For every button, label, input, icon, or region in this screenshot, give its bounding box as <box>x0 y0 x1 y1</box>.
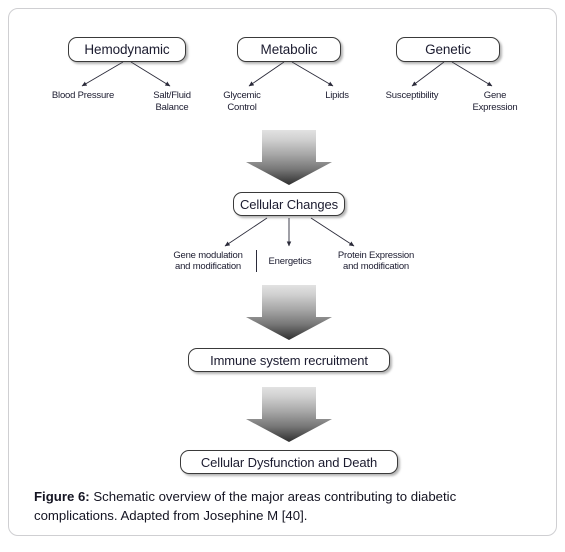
arrow-to-cellular-dysfunction <box>246 387 332 442</box>
node-hemodynamic-label: Hemodynamic <box>84 42 170 57</box>
text-cursor-artifact <box>256 250 257 272</box>
leaf-lipids: Lipids <box>311 90 363 102</box>
leaf-protein-expression-line2: and modification <box>343 261 409 272</box>
leaf-salt-fluid-balance: Salt/Fluid Balance <box>138 90 206 113</box>
leaf-glycemic-control: Glycemic Control <box>208 90 276 113</box>
node-metabolic[interactable]: Metabolic <box>237 37 341 62</box>
node-cellular-dysfunction-label: Cellular Dysfunction and Death <box>200 454 378 470</box>
arrow-to-immune-system <box>246 285 332 340</box>
leaf-blood-pressure-line1: Blood Pressure <box>51 90 115 101</box>
figure-caption-label: Figure 6: <box>34 489 90 504</box>
connector-genetic-gene-expression <box>451 61 493 87</box>
connector-cellular-gene-modulation <box>224 217 268 247</box>
leaf-gene-expression-line1: Gene <box>483 90 507 101</box>
figure-caption: Figure 6: Schematic overview of the majo… <box>34 487 536 525</box>
figure-caption-text: Schematic overview of the major areas co… <box>34 489 457 523</box>
connector-hemodynamic-blood-pressure <box>81 61 124 87</box>
leaf-salt-fluid-line1: Salt/Fluid <box>153 90 191 101</box>
leaf-blood-pressure: Blood Pressure <box>33 90 133 102</box>
connector-lines-layer <box>81 61 493 442</box>
leaf-protein-expression-line1: Protein Expression <box>337 250 415 261</box>
figure-container: Hemodynamic Metabolic Genetic Blood Pres… <box>0 0 565 552</box>
node-immune-system-recruitment[interactable]: Immune system recruitment <box>188 348 390 372</box>
leaf-gene-modulation-line2: and modification <box>175 261 241 272</box>
leaf-energetics: Energetics <box>261 256 319 267</box>
leaf-susceptibility: Susceptibility <box>368 90 456 102</box>
leaf-gene-expression: Gene Expression <box>459 90 531 113</box>
node-cellular-changes[interactable]: Cellular Changes <box>233 192 345 216</box>
leaf-protein-expression: Protein Expression and modification <box>324 250 428 272</box>
node-cellular-changes-label: Cellular Changes <box>239 196 339 212</box>
leaf-gene-modulation: Gene modulation and modification <box>162 250 254 272</box>
leaf-gene-modulation-line1: Gene modulation <box>173 250 243 261</box>
connector-metabolic-glycemic <box>248 61 285 87</box>
node-immune-system-label: Immune system recruitment <box>210 352 368 368</box>
connector-hemodynamic-salt-fluid <box>130 61 171 87</box>
arrow-to-cellular-changes <box>246 130 332 185</box>
leaf-lipids-line1: Lipids <box>325 90 349 101</box>
connector-genetic-susceptibility <box>411 61 445 87</box>
leaf-gene-expression-line2: Expression <box>472 101 518 113</box>
connector-metabolic-lipids <box>291 61 334 87</box>
node-hemodynamic[interactable]: Hemodynamic <box>68 37 186 62</box>
leaf-glycemic-line2: Control <box>227 101 257 113</box>
leaf-glycemic-line1: Glycemic <box>223 90 261 101</box>
leaf-energetics-line1: Energetics <box>268 256 312 267</box>
leaf-susceptibility-line1: Susceptibility <box>385 90 439 101</box>
node-genetic-label: Genetic <box>425 42 471 57</box>
connector-cellular-protein-expression <box>310 217 355 247</box>
node-metabolic-label: Metabolic <box>260 42 318 57</box>
node-genetic[interactable]: Genetic <box>396 37 500 62</box>
schematic-diagram: Hemodynamic Metabolic Genetic Blood Pres… <box>0 0 565 480</box>
node-cellular-dysfunction-death[interactable]: Cellular Dysfunction and Death <box>180 450 398 474</box>
leaf-salt-fluid-line2: Balance <box>155 101 189 113</box>
